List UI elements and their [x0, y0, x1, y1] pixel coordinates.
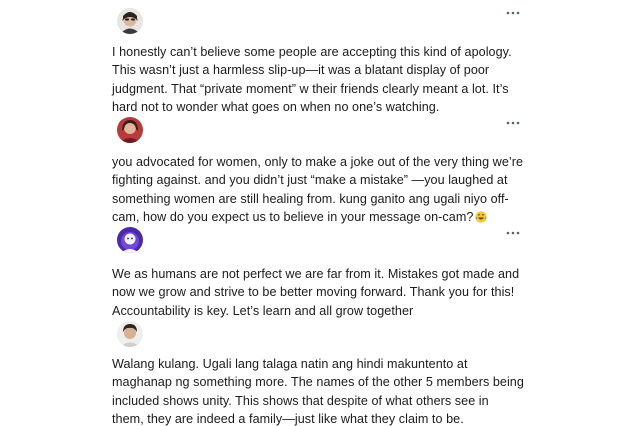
avatar-icon[interactable] — [117, 227, 143, 253]
laughing-crying-emoji-icon — [475, 211, 488, 223]
reply-card: you advocated for women, only to make a … — [112, 116, 524, 226]
reply-line: We as humans are not perfect we are far … — [112, 267, 520, 281]
more-options-icon[interactable] — [506, 10, 520, 16]
reply-text: I honestly can’t believe some people are… — [112, 43, 524, 117]
reply-line: you advocated for women, only to make a … — [112, 155, 524, 169]
reply-line: I honestly can’t believe some people are… — [112, 45, 512, 59]
reply-card: Walang kulang. Ugali lang talaga natin a… — [112, 318, 524, 426]
reply-line: included shows unity. This shows that de… — [112, 393, 489, 408]
reply-card: I honestly can’t believe some people are… — [112, 0, 524, 116]
reply-line: cam, how do you expect us to believe in … — [112, 208, 524, 226]
avatar-icon[interactable] — [117, 321, 143, 347]
reply-line-text: cam, how do you expect us to believe in … — [112, 210, 474, 225]
reply-line: hard not to wonder what goes on when no … — [112, 100, 440, 115]
reply-text: Walang kulang. Ugali lang talaga natin a… — [112, 355, 524, 426]
reply-text: We as humans are not perfect we are far … — [112, 265, 524, 320]
reply-line: judgment. That “private moment” w their … — [112, 81, 509, 96]
more-options-icon[interactable] — [506, 230, 520, 236]
reply-line: fighting against. and you didn’t just “m… — [112, 173, 508, 188]
reply-card: We as humans are not perfect we are far … — [112, 226, 524, 318]
reply-line: maghanap ng something more. The names of… — [112, 375, 524, 390]
reply-line: them, they are indeed a family—just like… — [112, 412, 464, 426]
reply-text: you advocated for women, only to make a … — [112, 153, 524, 227]
reply-line: now we grow and strive to be better movi… — [112, 285, 515, 300]
reply-line: This wasn’t just a harmless slip-up—it w… — [112, 63, 490, 78]
reply-line: Walang kulang. Ugali lang talaga natin a… — [112, 357, 468, 371]
more-options-icon[interactable] — [506, 120, 520, 126]
reply-line: something women are still healing from. … — [112, 191, 509, 206]
avatar-icon[interactable] — [117, 117, 143, 143]
avatar-icon[interactable] — [117, 8, 143, 34]
